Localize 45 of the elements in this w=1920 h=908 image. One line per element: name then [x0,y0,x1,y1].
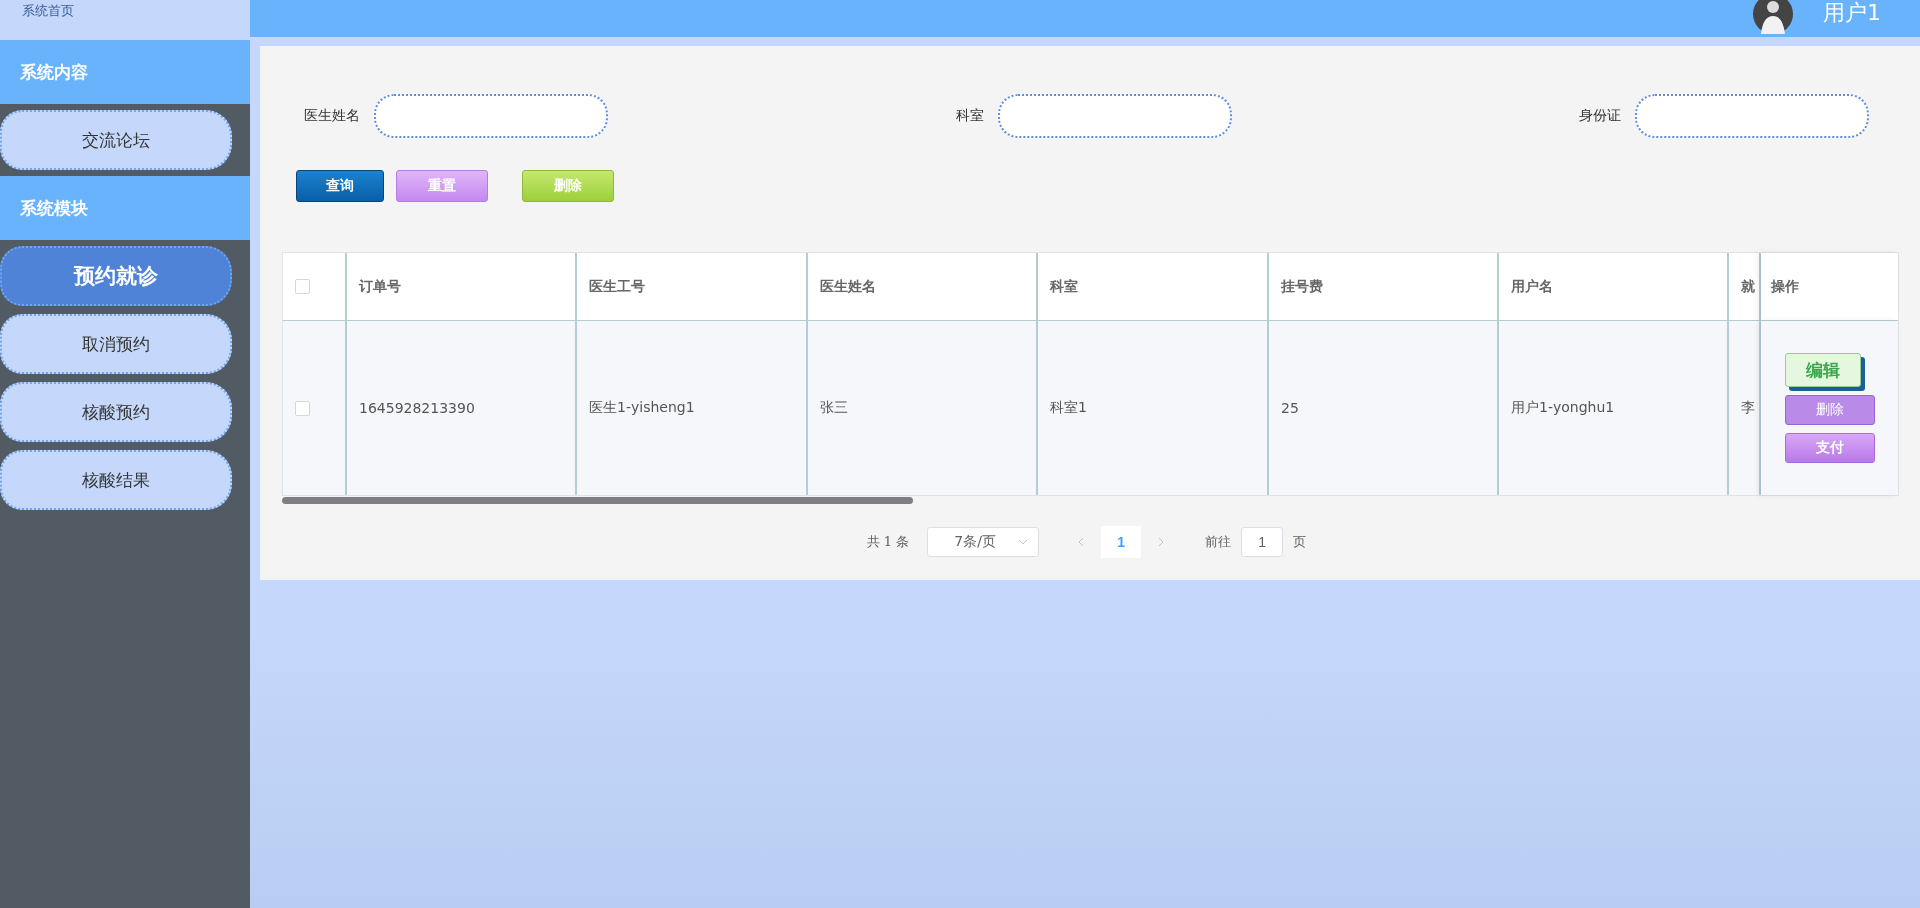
column-header: 订单号 [347,253,577,321]
page-suffix: 页 [1293,533,1307,551]
goto-label: 前往 [1205,533,1232,551]
field-label: 医生姓名 [304,107,360,125]
field-label: 身份证 [1579,107,1621,125]
table-cell: 科室1 [1038,321,1269,495]
pay-button[interactable]: 支付 [1784,433,1875,463]
sidebar-item[interactable]: 交流论坛 [0,110,232,170]
query-button[interactable]: 查询 [296,170,384,202]
page-size-select[interactable]: 7条/页 [927,527,1040,557]
sidebar-item[interactable]: 预约就诊 [0,246,232,306]
table-cell: 25 [1269,321,1499,495]
column-header: 医生工号 [577,253,808,321]
sidebar-item[interactable]: 取消预约 [0,314,232,374]
user-name[interactable]: 用户1 [1823,0,1881,28]
sidebar-section-title[interactable]: 系统模块 [0,176,250,240]
field-label: 科室 [955,107,984,125]
column-header: 医生姓名 [808,253,1038,321]
table-cell: 李 [1729,321,1761,495]
search-field[interactable] [997,94,1232,138]
delete-button[interactable]: 删除 [1784,395,1875,425]
caret-icon [1018,537,1029,547]
page-number[interactable]: 1 [1101,526,1142,558]
total-count: 共 1 条 [866,533,910,551]
column-header: 科室 [1038,253,1269,321]
sidebar-item[interactable]: 核酸预约 [0,382,232,442]
column-header: 就 [1729,253,1761,321]
search-field[interactable] [374,94,608,138]
avatar-icon[interactable] [1753,0,1793,34]
column-header: 操作 [1761,253,1898,321]
checkbox[interactable] [295,279,310,294]
table-cell: 用户1-yonghu1 [1499,321,1729,495]
sidebar-home-link[interactable]: 系统首页 [0,0,250,40]
table-cell: 张三 [808,321,1038,495]
sidebar-item[interactable]: 核酸结果 [0,450,232,510]
column-header: 挂号费 [1269,253,1499,321]
goto-page-field[interactable]: 1 [1241,527,1284,557]
checkbox[interactable] [295,400,310,416]
search-field[interactable] [1635,94,1869,138]
sidebar-section-title[interactable]: 系统内容 [0,40,250,104]
table-cell: 医生1-yisheng1 [577,321,808,495]
column-header: 用户名 [1499,253,1729,321]
scrollbar-thumb[interactable] [282,497,913,504]
reset-button[interactable]: 重置 [396,170,488,202]
table-cell: 1645928213390 [347,321,577,495]
